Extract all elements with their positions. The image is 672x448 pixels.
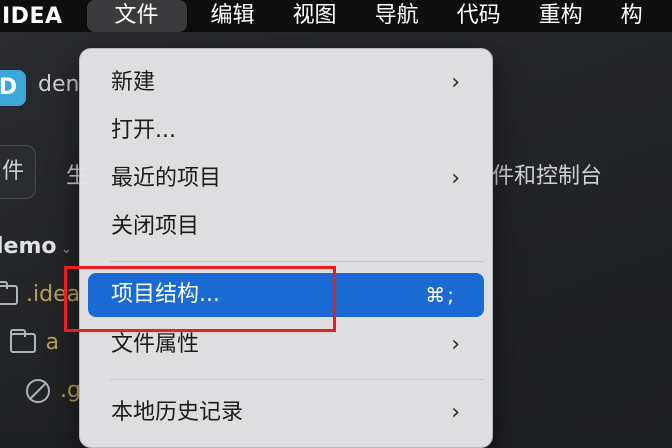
project-name[interactable]: den <box>38 72 79 97</box>
toolbar-text-right[interactable]: 件和控制台 <box>492 158 602 190</box>
menu-code[interactable]: 代码 <box>443 0 515 32</box>
chevron-right-icon: › <box>451 166 460 191</box>
annotation-highlight-box <box>64 266 336 332</box>
app-menu-idea[interactable]: IDEA <box>2 4 63 29</box>
menu-item-label: 文件属性 <box>111 332 200 357</box>
menu-separator <box>110 379 484 380</box>
menu-bar: IDEA 文件 编辑 视图 导航 代码 重构 构 <box>0 0 672 32</box>
chevron-down-icon[interactable]: ⌄ <box>61 241 73 257</box>
project-tree-root-label: lemo <box>0 234 57 259</box>
menu-build[interactable]: 构 <box>607 0 657 32</box>
chevron-right-icon: › <box>451 332 460 357</box>
file-menu-dropdown: 新建 › 打开... 最近的项目 › 关闭项目 项目结构... ⌘; 文件属性 … <box>79 48 493 448</box>
menu-item-new[interactable]: 新建 › <box>88 61 484 105</box>
menu-item-open[interactable]: 打开... <box>88 109 484 153</box>
menu-refactor[interactable]: 重构 <box>525 0 597 32</box>
project-badge[interactable]: D <box>0 70 26 106</box>
project-tree-root[interactable]: lemo ⌄ <box>0 234 72 259</box>
menu-file[interactable]: 文件 <box>86 0 187 32</box>
menu-item-label: 打开... <box>111 118 176 143</box>
tree-row-label: .g <box>60 378 81 403</box>
tree-row-a[interactable]: › a <box>0 328 60 355</box>
menu-item-close-project[interactable]: 关闭项目 <box>88 205 484 249</box>
tree-row-label: a <box>45 330 60 355</box>
menu-item-label: 本地历史记录 <box>111 400 244 425</box>
toolbar-chip[interactable]: 件 <box>0 145 36 199</box>
menu-item-recent-projects[interactable]: 最近的项目 › <box>88 157 484 201</box>
menu-separator <box>110 261 484 262</box>
menu-navigate[interactable]: 导航 <box>361 0 433 32</box>
menu-view[interactable]: 视图 <box>279 0 351 32</box>
folder-icon <box>0 280 18 305</box>
menu-edit[interactable]: 编辑 <box>197 0 269 32</box>
menu-item-label: 新建 <box>111 70 156 95</box>
tree-row-gitignore[interactable]: .g <box>26 378 81 403</box>
chevron-right-icon: › <box>451 400 460 425</box>
menu-item-label: 关闭项目 <box>111 214 200 239</box>
folder-icon <box>9 328 36 353</box>
ignored-file-icon <box>26 378 50 403</box>
shortcut-label: ⌘; <box>425 283 456 307</box>
menu-item-local-history[interactable]: 本地历史记录 › <box>88 391 484 435</box>
chevron-right-icon: › <box>451 70 460 95</box>
menu-item-label: 最近的项目 <box>111 166 222 191</box>
